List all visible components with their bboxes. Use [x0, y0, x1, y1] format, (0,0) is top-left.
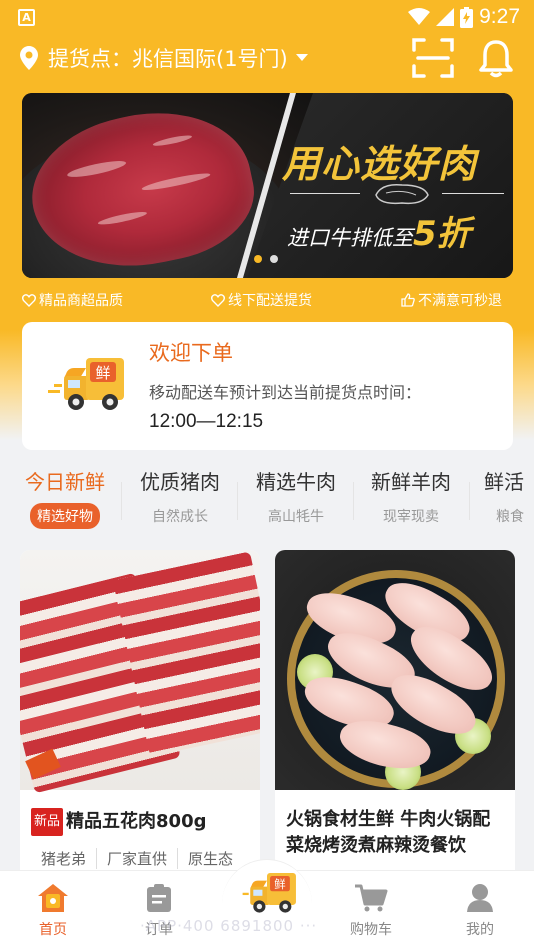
service-features: 精品商超品质 线下配送提货 不满意可秒退: [0, 290, 534, 312]
heart-icon: [211, 293, 225, 307]
carousel-indicator: [254, 255, 278, 263]
banner-headline: 用心选好肉: [282, 142, 478, 186]
product-title: 新品 精品五花肉800g: [31, 808, 253, 836]
tab-beef[interactable]: 精选牛肉 高山牦牛: [238, 466, 354, 529]
nav-profile[interactable]: 我的: [435, 883, 525, 939]
feature-delivery: 线下配送提货: [211, 290, 312, 310]
clipboard-icon: [147, 884, 171, 912]
arrival-time-range: 12:00—12:15: [149, 411, 264, 432]
location-pin-icon: [20, 46, 38, 70]
bottom-nav: 首页 订单 鲜 购物车 我的 ·APP·400 6891800 ···: [0, 859, 534, 950]
chicken-wings-photo: [275, 550, 515, 790]
nav-delivery-truck[interactable]: 鲜: [222, 867, 312, 921]
new-badge: 新品: [31, 808, 64, 836]
feature-quality: 精品商超品质: [22, 290, 123, 310]
header: 提货点：兆信国际(1号门): [0, 38, 534, 80]
svg-text:鲜: 鲜: [95, 364, 110, 382]
tab-live-seafood[interactable]: 鲜活 粮食: [484, 466, 534, 529]
battery-icon: [460, 6, 474, 28]
carousel-dot-1[interactable]: [254, 255, 262, 263]
banner-subtitle: 进口牛排低至5折: [287, 214, 471, 254]
steak-outline-icon: [375, 183, 429, 205]
promo-banner[interactable]: 用心选好肉 进口牛排低至5折: [22, 93, 513, 278]
signal-icon: [436, 8, 455, 26]
tab-lamb[interactable]: 新鲜羊肉 现宰现卖: [353, 466, 469, 529]
delivery-truck-icon: 鲜: [242, 872, 296, 913]
svg-text:鲜: 鲜: [274, 877, 285, 891]
welcome-title: 欢迎下单: [149, 341, 233, 365]
app-notification-icon: A: [18, 9, 35, 26]
bell-icon[interactable]: [478, 38, 514, 78]
welcome-card: 鲜 欢迎下单 移动配送车预计到达当前提货点时间： 12:00—12:15: [22, 322, 513, 450]
thumbs-up-icon: [401, 293, 415, 307]
nav-home[interactable]: 首页: [8, 883, 98, 939]
clock: 9:27: [479, 5, 520, 28]
arrival-description: 移动配送车预计到达当前提货点时间：: [149, 383, 422, 402]
pickup-point-selector[interactable]: 提货点：兆信国际(1号门): [48, 43, 288, 73]
product-card[interactable]: 火锅食材生鲜 牛肉火锅配菜烧烤烫煮麻辣烫餐饮: [275, 550, 515, 880]
status-bar: A 9:27: [0, 0, 534, 36]
delivery-truck-icon: 鲜: [48, 358, 124, 410]
tab-today-fresh[interactable]: 今日新鲜 精选好物: [7, 466, 123, 529]
user-icon: [467, 884, 493, 912]
product-card[interactable]: 新品 精品五花肉800g 猪老弟 厂家直供 原生态: [20, 550, 260, 880]
product-title: 火锅食材生鲜 牛肉火锅配菜烧烤烫煮麻辣烫餐饮: [286, 809, 491, 856]
tab-pork[interactable]: 优质猪肉 自然成长: [122, 466, 238, 529]
scan-icon[interactable]: [412, 38, 454, 78]
nav-cart[interactable]: 购物车: [326, 883, 416, 939]
wifi-icon: [408, 8, 431, 25]
cart-icon: [355, 884, 388, 912]
carousel-dot-2[interactable]: [270, 255, 278, 263]
pork-belly-photo: [20, 550, 260, 794]
heart-icon: [22, 293, 36, 307]
home-icon: [38, 884, 68, 912]
feature-refund: 不满意可秒退: [401, 290, 502, 310]
product-tags: 猪老弟 厂家直供 原生态: [31, 848, 243, 869]
category-tabs: 今日新鲜 精选好物 优质猪肉 自然成长 精选牛肉 高山牦牛 新鲜羊肉 现宰现卖 …: [0, 466, 534, 536]
chevron-down-icon[interactable]: [296, 54, 308, 61]
watermark: ·APP·400 6891800 ···: [140, 917, 318, 935]
